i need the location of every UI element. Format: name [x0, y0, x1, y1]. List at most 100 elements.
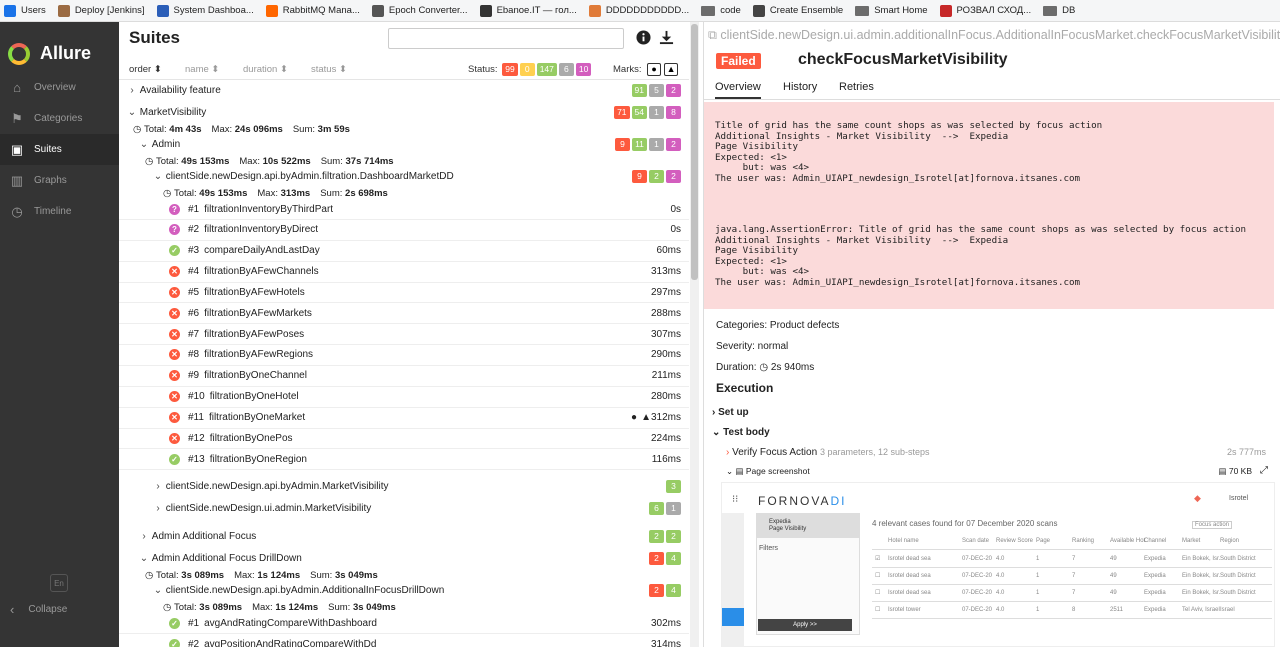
sort-order[interactable]: order ⬍: [129, 64, 162, 75]
search-input[interactable]: [388, 28, 624, 49]
suite-admin-additional-focus[interactable]: › Admin Additional Focus 2 2: [119, 526, 689, 547]
test-number: #11: [188, 412, 204, 423]
test-name: filtrationByOneMarket: [208, 412, 306, 423]
bomb-mark-toggle[interactable]: ●: [647, 63, 662, 76]
bookmark-item[interactable]: РОЗВАЛ СХОД...: [939, 4, 1031, 17]
test-row[interactable]: ✓ #13 filtrationByOneRegion 116ms: [119, 449, 689, 471]
suites-scrollbar[interactable]: [690, 22, 699, 647]
bookmark-item[interactable]: DB: [1043, 5, 1075, 16]
sidebar-item-graphs[interactable]: ▥ Graphs: [0, 165, 119, 196]
suite-market-visibility[interactable]: ⌄ MarketVisibility 71 54 1 8: [119, 102, 689, 123]
test-name: filtrationByAFewHotels: [204, 286, 305, 298]
scrollbar-thumb[interactable]: [691, 24, 698, 280]
sidebar-item-timeline[interactable]: ◷ Timeline: [0, 196, 119, 227]
test-duration: 313ms: [650, 266, 681, 278]
failed-icon: ✕: [169, 307, 180, 319]
test-body-toggle[interactable]: ⌄ Test body: [712, 427, 770, 438]
bookmark-item[interactable]: RabbitMQ Mana...: [265, 4, 360, 17]
test-row[interactable]: ✕ #10 filtrationByOneHotel 280ms: [119, 387, 689, 408]
grid-cell: 07-DEC-20: [962, 573, 993, 579]
sidebar: Allure ⌂ Overview ⚑ Categories ▣ Suites ▥ Graph…: [0, 22, 119, 647]
bookmark-item[interactable]: code: [701, 5, 741, 16]
suite-admin-focus-drilldown[interactable]: ⌄ Admin Additional Focus DrillDown 2 4: [119, 548, 689, 569]
sort-icon: ⬍: [339, 64, 347, 75]
attachment-toggle[interactable]: ⌄ ▤ Page screenshot: [726, 466, 810, 477]
marks-filter: Marks: ● ▲: [613, 63, 679, 76]
suite-additional-infocus-drilldown[interactable]: ⌄ clientSide.newDesign.api.byAdmin.Addit…: [119, 580, 689, 601]
suite-availability-feature[interactable]: › Availability feature 91 5 2: [119, 80, 689, 101]
test-row[interactable]: ✕ #7 filtrationByAFewPoses 307ms: [119, 324, 689, 346]
language-switch[interactable]: En: [50, 574, 68, 592]
site-icon: [57, 4, 70, 17]
sort-status[interactable]: status ⬍: [311, 64, 347, 75]
expand-icon[interactable]: ⤢: [1260, 465, 1268, 476]
tab-overview[interactable]: Overview: [715, 81, 761, 99]
test-row[interactable]: ? #1 filtrationInventoryByThirdPart 0s: [119, 199, 689, 220]
status-passed-toggle[interactable]: 147: [536, 63, 557, 76]
tab-retries[interactable]: Retries: [839, 81, 874, 93]
chip-channel: Expedia: [769, 519, 791, 525]
bookmark-item[interactable]: Smart Home: [855, 5, 928, 16]
info-icon[interactable]: [636, 30, 651, 49]
suite-ui-market-visibility[interactable]: › clientSide.newDesign.ui.admin.MarketVi…: [119, 498, 689, 519]
copy-icon[interactable]: ⧉: [708, 28, 720, 42]
bookmark-item[interactable]: Epoch Converter...: [371, 4, 468, 17]
suite-api-market-visibility[interactable]: › clientSide.newDesign.api.byAdmin.Marke…: [119, 476, 689, 497]
test-duration: 116ms: [651, 453, 681, 465]
setup-toggle[interactable]: › Set up: [712, 407, 749, 418]
tree-header: order ⬍ name ⬍ duration ⬍ status ⬍ Statu…: [119, 58, 689, 80]
error-trace[interactable]: java.lang.AssertionError: Title of grid …: [715, 224, 1246, 289]
categories-text: Categories: Product defects: [716, 320, 840, 331]
test-row[interactable]: ✕ #6 filtrationByAFewMarkets 288ms: [119, 303, 689, 325]
collapse-button[interactable]: ‹ Collapse: [10, 602, 67, 617]
group-label: clientSide.newDesign.api.byAdmin.MarketV…: [165, 481, 389, 492]
bookmark-item[interactable]: Deploy [Jenkins]: [57, 4, 145, 17]
chevron-right-icon: ›: [142, 531, 146, 542]
sort-name[interactable]: name ⬍: [185, 64, 219, 75]
test-row[interactable]: ✕ #12 filtrationByOnePos 224ms: [119, 428, 689, 450]
allure-logo[interactable]: Allure: [0, 22, 119, 72]
bookmark-item[interactable]: System Dashboa...: [156, 4, 254, 17]
suite-dashboard-market-dd[interactable]: ⌄ clientSide.newDesign.api.byAdmin.filtr…: [119, 166, 689, 187]
tab-history[interactable]: History: [783, 81, 817, 93]
sidebar-item-categories[interactable]: ⚑ Categories: [0, 103, 119, 134]
grid-row: ☐ Isrotel tower 07-DEC-20 4.0 1 8 2511 Expedia T…: [872, 602, 1272, 619]
bookmark-item[interactable]: Ebanoe.IT — гол...: [479, 4, 577, 17]
status-failed-toggle[interactable]: 99: [502, 63, 518, 76]
status-skipped-toggle[interactable]: 6: [558, 63, 574, 76]
status-unknown-toggle[interactable]: 10: [575, 63, 592, 76]
test-name: compareDailyAndLastDay: [204, 245, 320, 257]
test-row[interactable]: ✓ #3 compareDailyAndLastDay 60ms: [119, 241, 689, 262]
bookmark-label: Epoch Converter...: [388, 5, 468, 16]
test-row[interactable]: ✕ #11 filtrationByOneMarket ● ▲ 312ms: [119, 408, 689, 429]
filter-panel: Expedia Page Visibility Filters: [756, 513, 860, 635]
sidebar-item-overview[interactable]: ⌂ Overview: [0, 72, 119, 103]
bookmark-label: Deploy [Jenkins]: [74, 5, 145, 16]
sidebar-item-suites[interactable]: ▣ Suites: [0, 134, 119, 165]
bookmark-item[interactable]: DDDDDDDDDDD...: [588, 4, 690, 17]
grid-column-header: Scan date: [962, 538, 990, 544]
test-row[interactable]: ✕ #5 filtrationByAFewHotels 297ms: [119, 282, 689, 304]
sort-duration[interactable]: duration ⬍: [243, 64, 288, 75]
test-row[interactable]: ✓ #1 avgAndRatingCompareWithDashboard 302ms: [119, 613, 689, 634]
bookmark-label: DDDDDDDDDDD...: [605, 5, 690, 16]
warning-mark-toggle[interactable]: ▲: [664, 63, 679, 76]
test-row[interactable]: ✕ #9 filtrationByOneChannel 211ms: [119, 366, 689, 387]
warning-icon: ▲: [641, 412, 651, 423]
test-row[interactable]: ✕ #8 filtrationByAFewRegions 290ms: [119, 345, 689, 366]
suite-admin[interactable]: ⌄ Admin 9 11 1 2: [119, 134, 689, 155]
bookmark-item[interactable]: Create Ensemble: [752, 4, 843, 17]
download-icon[interactable]: [659, 30, 674, 49]
count-badge: 1: [666, 502, 681, 515]
step-verify-focus[interactable]: › Verify Focus Action 3 parameters, 12 s…: [726, 447, 930, 458]
test-row[interactable]: ✕ #4 filtrationByAFewChannels 313ms: [119, 262, 689, 283]
test-row[interactable]: ✓ #2 avgPositionAndRatingCompareWithDd 314m…: [119, 634, 689, 647]
chip-page: Page Visibility: [769, 526, 807, 532]
bookmark-item[interactable]: Users: [4, 4, 46, 17]
attachment-screenshot[interactable]: ⁝⁝ FORNOVADI ◆ Isrotel Expedia Page Visi…: [721, 482, 1275, 647]
status-broken-toggle[interactable]: 0: [519, 63, 535, 76]
test-row[interactable]: ? #2 filtrationInventoryByDirect 0s: [119, 220, 689, 241]
grid-cell: Expedia: [1144, 556, 1166, 562]
chevron-down-icon: ⌄: [139, 139, 149, 150]
apply-button: Apply >>: [758, 619, 852, 631]
